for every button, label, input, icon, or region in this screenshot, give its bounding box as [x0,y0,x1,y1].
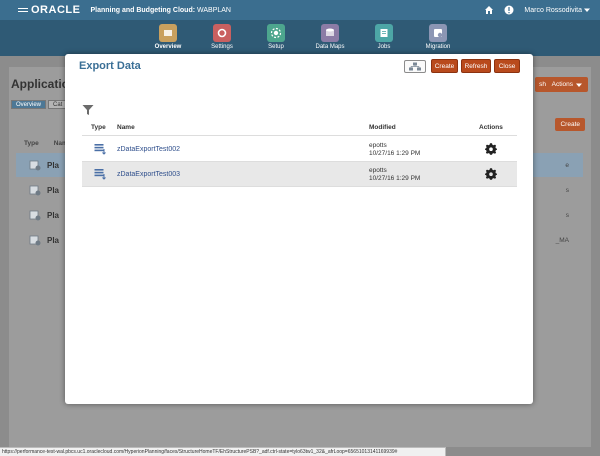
row-name: Pla [47,235,60,245]
modified-cell: epotts 10/27/16 1:29 PM [369,142,420,158]
status-url: https://performance-test-wal.pbcs.uc1.or… [0,447,446,456]
export-job-name-link[interactable]: zDataExportTest003 [117,171,180,178]
navigation-bar: Overview Settings Setup Data Maps Jobs M… [0,20,600,56]
oracle-logo: ORACLE [18,4,80,16]
overview-icon [159,24,177,42]
row-name: Pla [47,185,60,195]
chevron-down-icon [584,8,590,12]
hierarchy-icon [409,62,421,71]
modified-cell: epotts 10/27/16 1:29 PM [369,167,420,183]
gear-icon[interactable] [485,168,497,180]
row-name: Pla [47,160,60,170]
background-create-button[interactable]: Create [555,118,585,131]
background-tabs: Overview Cat [11,100,68,109]
nav-label: Overview [154,44,182,50]
column-type: Type [24,140,39,147]
brand-text: ORACLE [31,4,81,16]
modified-by: epotts [369,167,387,174]
home-icon[interactable] [484,5,494,15]
nav-item-jobs[interactable]: Jobs [357,20,411,56]
brand-mark-icon [18,8,28,12]
jobs-icon [375,24,393,42]
create-button[interactable]: Create [431,59,458,73]
help-icon[interactable] [504,5,514,15]
column-type: Type [91,124,106,131]
application-icon [29,160,41,171]
nav-item-overview[interactable]: Overview [141,20,195,56]
row-name: Pla [47,210,60,220]
nav-label: Setup [268,44,284,50]
modified-date: 10/27/16 1:29 PM [369,150,421,157]
gear-icon[interactable] [485,143,497,155]
nav-item-data-maps[interactable]: Data Maps [303,20,357,56]
app-title: Planning and Budgeting Cloud: WABPLAN [90,7,231,14]
migration-icon [429,24,447,42]
row-value: s [565,211,569,219]
application-icon [29,210,41,221]
data-maps-icon [321,24,339,42]
header-actions: Marco Rossodivita [484,0,590,20]
tab-overview[interactable]: Overview [11,100,47,109]
table-row[interactable]: zDataExportTest003 epotts 10/27/16 1:29 … [82,162,517,187]
user-name: Marco Rossodivita [524,6,582,14]
application-icon [29,235,41,246]
top-header: ORACLE Planning and Budgeting Cloud: WAB… [0,0,600,20]
export-job-name-link[interactable]: zDataExportTest002 [117,146,180,153]
chevron-down-icon [576,83,582,87]
nav-label: Settings [211,44,233,50]
nav-item-settings[interactable]: Settings [195,20,249,56]
app-title-product: Planning and Budgeting Cloud: [90,6,196,14]
background-actions-button[interactable]: Actions [545,77,588,92]
row-value: e [565,161,569,169]
row-value: s [565,186,569,194]
settings-icon [213,24,231,42]
nav-label: Data Maps [315,44,345,50]
nav-item-setup[interactable]: Setup [249,20,303,56]
export-file-icon [94,169,106,180]
setup-icon [267,24,285,42]
refresh-button[interactable]: Refresh [461,59,491,73]
user-menu[interactable]: Marco Rossodivita [524,7,590,14]
view-toggle-button[interactable] [404,60,426,73]
export-data-dialog: Export Data Create Refresh Close Type Na… [65,54,533,404]
close-button[interactable]: Close [494,59,520,73]
column-actions: Actions [479,124,503,131]
export-file-icon [94,144,106,155]
app-title-name: WABPLAN [197,6,231,14]
nav-label: Jobs [377,44,391,50]
nav-label: Migration [425,44,451,50]
row-value: _MA [555,236,569,244]
modified-by: epotts [369,142,387,149]
background-table-header: Type Nam [24,140,68,147]
actions-label: Actions [551,81,573,88]
application-icon [29,185,41,196]
dialog-title: Export Data [79,60,141,72]
modified-date: 10/27/16 1:29 PM [369,175,421,182]
column-name: Name [117,124,135,131]
export-table-header: Type Name Modified Actions [82,122,517,136]
filter-icon[interactable] [82,104,94,116]
nav-item-migration[interactable]: Migration [411,20,465,56]
column-modified: Modified [369,124,396,131]
table-row[interactable]: zDataExportTest002 epotts 10/27/16 1:29 … [82,137,517,162]
